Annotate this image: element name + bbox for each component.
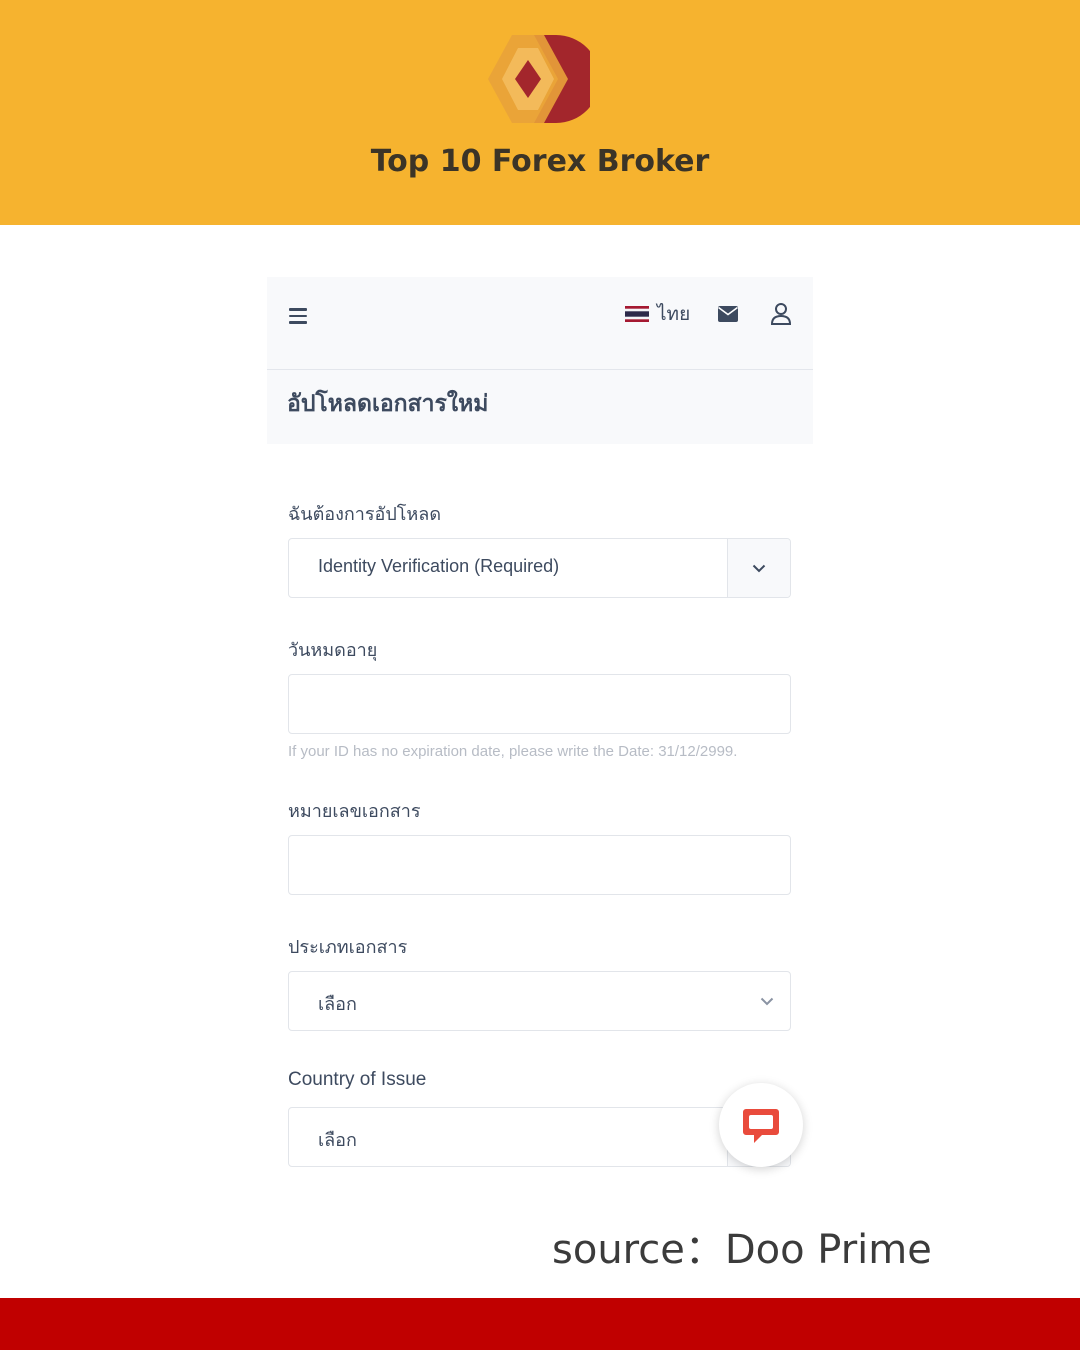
document-number-label: หมายเลขเอกสาร bbox=[288, 801, 421, 822]
brand-banner: Top 10 Forex Broker bbox=[0, 0, 1080, 225]
document-type-value: เลือก bbox=[318, 994, 357, 1014]
thai-flag-icon bbox=[625, 306, 649, 322]
language-label: ไทย bbox=[657, 303, 691, 325]
brand-title: Top 10 Forex Broker bbox=[370, 144, 710, 179]
upload-document-screen: ไทย อัปโหลดเอกสารใหม่ ฉันต้องการอัปโหลด … bbox=[267, 277, 813, 1187]
hamburger-icon[interactable] bbox=[289, 305, 309, 325]
expiry-date-input[interactable] bbox=[288, 674, 791, 734]
country-of-issue-select[interactable]: เลือก bbox=[288, 1107, 791, 1167]
user-icon[interactable] bbox=[770, 302, 792, 326]
upload-type-dropdown-button[interactable] bbox=[727, 539, 790, 597]
chevron-down-icon bbox=[752, 564, 766, 573]
expiry-date-label: วันหมดอายุ bbox=[288, 640, 378, 661]
document-type-label: ประเภทเอกสาร bbox=[288, 937, 408, 958]
page-title: อัปโหลดเอกสารใหม่ bbox=[287, 391, 489, 417]
document-number-input[interactable] bbox=[288, 835, 791, 895]
doo-prime-logo bbox=[488, 35, 590, 123]
upload-type-label: ฉันต้องการอัปโหลด bbox=[288, 504, 442, 525]
document-type-select[interactable]: เลือก bbox=[288, 971, 791, 1031]
country-of-issue-value: เลือก bbox=[318, 1130, 357, 1150]
expiry-date-hint: If your ID has no expiration date, pleas… bbox=[288, 743, 738, 760]
country-of-issue-label: Country of Issue bbox=[288, 1069, 427, 1090]
chevron-down-icon bbox=[760, 997, 774, 1006]
upload-type-value: Identity Verification (Required) bbox=[318, 556, 560, 576]
live-chat-button[interactable] bbox=[719, 1083, 803, 1167]
mail-icon[interactable] bbox=[717, 305, 739, 323]
top-navigation-bar: ไทย bbox=[267, 277, 813, 370]
footer-bar bbox=[0, 1298, 1080, 1350]
source-caption: source：Doo Prime bbox=[552, 1227, 932, 1273]
upload-type-select[interactable]: Identity Verification (Required) bbox=[288, 538, 791, 598]
page-title-bar: อัปโหลดเอกสารใหม่ bbox=[267, 370, 813, 444]
chat-bubble-icon bbox=[743, 1109, 779, 1143]
language-selector[interactable]: ไทย bbox=[625, 299, 690, 329]
